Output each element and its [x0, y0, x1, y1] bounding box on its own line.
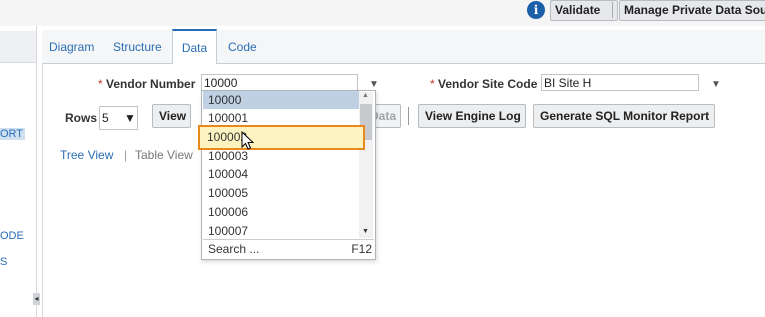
vendor-site-code-input[interactable]: BI Site H — [541, 74, 699, 91]
tree-view-link[interactable]: Tree View — [60, 148, 113, 162]
required-marker: * — [430, 77, 435, 91]
tab-code[interactable]: Code — [228, 40, 257, 54]
view-toggle-separator: | — [124, 148, 128, 162]
view-engine-log-button[interactable]: View Engine Log — [418, 104, 526, 128]
tab-diagram[interactable]: Diagram — [49, 40, 94, 54]
vendor-site-code-dropdown-arrow-icon[interactable]: ▼ — [711, 79, 721, 90]
dropdown-scrollbar[interactable]: ▲ ▼ — [359, 92, 373, 238]
scroll-down-arrow-icon[interactable]: ▼ — [362, 228, 369, 235]
rows-dropdown-arrow-icon[interactable]: ▼ — [124, 107, 136, 129]
manage-private-data-sources-button[interactable]: Manage Private Data Sou — [619, 0, 765, 21]
dropdown-search[interactable]: Search ... F12 — [203, 239, 374, 259]
dropdown-search-label[interactable]: Search ... — [208, 240, 259, 259]
dropdown-option[interactable]: 100004 — [203, 165, 359, 183]
left-panel-item[interactable]: ODE — [0, 230, 24, 242]
left-panel-item-selected[interactable]: ORT — [0, 128, 26, 140]
vendor-number-dropdown-arrow-icon[interactable]: ▼ — [369, 79, 379, 90]
vendor-number-label-text: Vendor Number — [106, 77, 196, 91]
vendor-number-dropdown-list: 10000 100001 100002 100003 100004 100005… — [201, 90, 376, 260]
generate-sql-monitor-report-button[interactable]: Generate SQL Monitor Report — [533, 104, 715, 128]
validate-button[interactable]: Validate — [550, 0, 618, 21]
rows-label: Rows — [65, 111, 98, 125]
dropdown-option-hovered[interactable]: 100002 — [198, 125, 365, 150]
button-separator — [408, 107, 409, 125]
left-panel — [0, 26, 37, 317]
dropdown-option[interactable]: 100006 — [203, 203, 359, 221]
vendor-number-label: * Vendor Number — [98, 77, 195, 91]
vendor-number-input[interactable]: 10000 — [201, 74, 358, 91]
tab-data[interactable]: Data — [172, 29, 217, 65]
dropdown-search-shortcut: F12 — [351, 242, 372, 256]
view-button[interactable]: View — [152, 104, 191, 128]
rows-value: 5 — [102, 111, 109, 125]
mouse-pointer-icon — [241, 131, 255, 150]
left-panel-header — [0, 31, 36, 63]
dropdown-option[interactable]: 10000 — [203, 91, 359, 109]
data-tab-content — [42, 64, 765, 317]
collapse-panel-icon[interactable]: ◂ — [33, 293, 40, 305]
table-view-link[interactable]: Table View — [135, 148, 193, 162]
info-icon[interactable]: i — [527, 1, 545, 19]
required-marker: * — [98, 77, 103, 91]
scroll-up-arrow-icon[interactable]: ▲ — [362, 92, 369, 99]
vendor-site-code-label-text: Vendor Site Code — [438, 77, 538, 91]
rows-select[interactable]: 5 ▼ — [99, 106, 138, 130]
toolbar-separator — [612, 2, 613, 18]
dropdown-option[interactable]: 100007 — [203, 222, 359, 240]
left-panel-item[interactable]: S — [0, 256, 7, 268]
dropdown-option[interactable]: 100005 — [203, 184, 359, 202]
tab-structure[interactable]: Structure — [113, 40, 162, 54]
vendor-site-code-label: * Vendor Site Code — [430, 77, 537, 91]
